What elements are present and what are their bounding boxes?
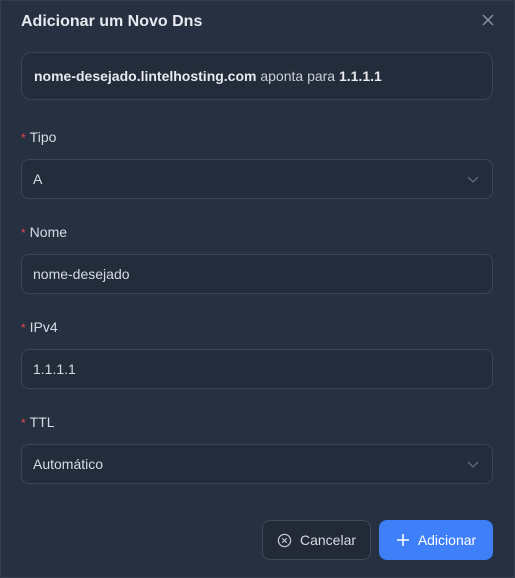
- nome-input[interactable]: nome-desejado: [21, 254, 493, 294]
- required-mark: *: [21, 131, 26, 145]
- ipv4-label: * IPv4: [21, 319, 58, 335]
- ipv4-value: 1.1.1.1: [33, 361, 76, 377]
- required-mark: *: [21, 226, 26, 240]
- tipo-select[interactable]: A: [21, 159, 493, 199]
- add-label: Adicionar: [417, 532, 477, 548]
- chevron-down-icon: [467, 461, 479, 468]
- ttl-value: Automático: [33, 456, 104, 472]
- close-icon[interactable]: [480, 12, 496, 28]
- add-button[interactable]: Adicionar: [379, 520, 493, 560]
- cancel-button[interactable]: Cancelar: [262, 520, 371, 560]
- chevron-down-icon: [467, 176, 479, 183]
- add-dns-dialog: Adicionar um Novo Dns nome-desejado.lint…: [0, 0, 515, 578]
- preview-target: 1.1.1.1: [338, 68, 382, 84]
- required-mark: *: [21, 321, 26, 335]
- preview-host: nome-desejado.lintelhosting.com: [34, 68, 257, 84]
- dialog-title: Adicionar um Novo Dns: [21, 13, 203, 30]
- nome-label: * Nome: [21, 224, 68, 240]
- ttl-select[interactable]: Automático: [21, 444, 493, 484]
- cancel-circle-icon: [277, 533, 292, 547]
- nome-value: nome-desejado: [33, 266, 130, 282]
- dns-preview: nome-desejado.lintelhosting.com aponta p…: [21, 52, 493, 100]
- cancel-label: Cancelar: [299, 532, 357, 548]
- tipo-value: A: [33, 171, 43, 187]
- ipv4-input[interactable]: 1.1.1.1: [21, 349, 493, 389]
- plus-icon: [396, 534, 409, 546]
- preview-middle: aponta para: [260, 68, 336, 84]
- tipo-label: * Tipo: [21, 129, 57, 145]
- ttl-label: * TTL: [21, 414, 55, 430]
- required-mark: *: [21, 416, 26, 430]
